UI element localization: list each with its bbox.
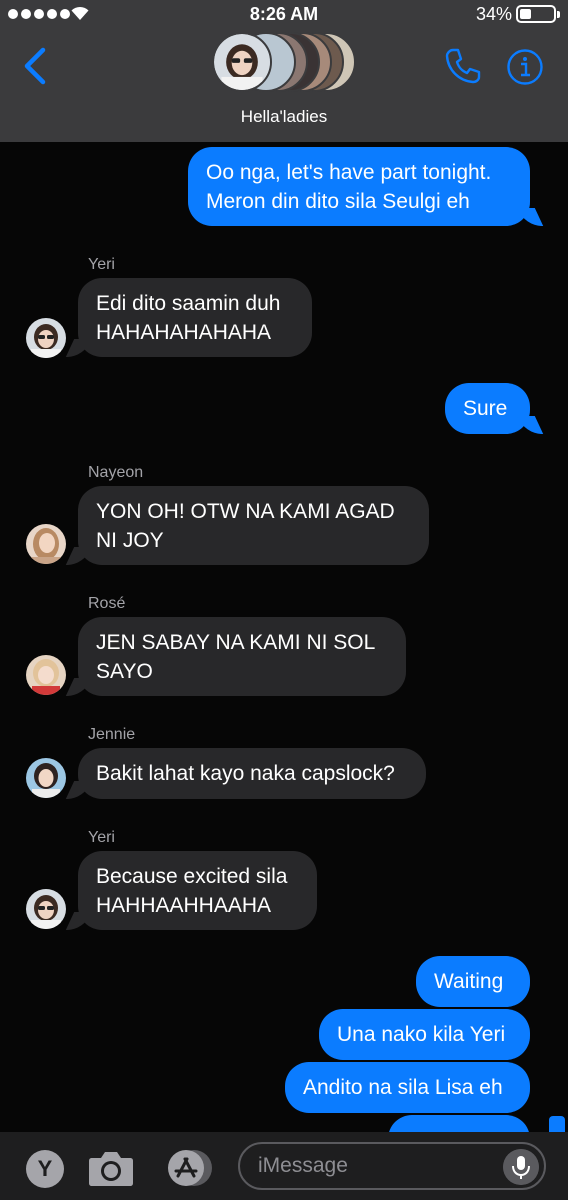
battery-icon — [516, 5, 560, 23]
battery-level — [520, 9, 531, 19]
message-line: Because excited sila — [96, 865, 288, 888]
incoming-message[interactable]: YON OH! OTW NA KAMI AGAD NI JOY — [78, 486, 429, 565]
message-line: Edi dito saamin duh — [96, 292, 281, 315]
message-line: HAHHAAHHAAHA — [96, 894, 272, 917]
group-avatar-stack[interactable] — [212, 30, 362, 94]
sender-name: Nayeon — [88, 464, 144, 481]
conversation-header: 8:26 AM 34% Hella'ladies — [0, 0, 568, 142]
app-drawer-button[interactable]: Y — [26, 1150, 64, 1188]
battery-percent: 34% — [475, 4, 512, 24]
phone-icon[interactable] — [443, 46, 483, 86]
message-line: Meron din dito sila Seulgi eh — [206, 190, 470, 213]
sender-avatar-yeri[interactable] — [26, 318, 66, 358]
message-input-field[interactable] — [238, 1142, 546, 1190]
message-line: Sure — [463, 397, 508, 420]
sender-name: Yeri — [88, 256, 115, 273]
app-store-icon[interactable] — [162, 1148, 214, 1188]
sender-name: Rosé — [88, 595, 126, 612]
info-icon[interactable] — [506, 48, 544, 86]
incoming-message[interactable]: Bakit lahat kayo naka capslock? — [78, 748, 426, 799]
message-line: Andito na sila Lisa eh — [303, 1076, 503, 1099]
back-icon[interactable] — [18, 44, 52, 88]
message-line: JEN SABAY NA KAMI NI SOL — [96, 631, 376, 654]
microphone-icon[interactable] — [503, 1149, 539, 1185]
group-name[interactable]: Hella'ladies — [0, 107, 568, 127]
outgoing-message[interactable]: Una nako kila Yeri — [319, 1009, 530, 1060]
incoming-message[interactable]: Because excited sila HAHHAAHHAAHA — [78, 851, 317, 930]
message-line: Una nako kila Yeri — [337, 1023, 506, 1046]
message-line: SAYO — [96, 660, 153, 683]
sender-name: Jennie — [88, 726, 136, 743]
message-line: Oo nga, let's have part tonight. — [206, 161, 492, 184]
sender-avatar-rose[interactable] — [26, 655, 66, 695]
sender-avatar-jennie[interactable] — [26, 758, 66, 798]
outgoing-message[interactable]: Andito na sila Lisa eh — [285, 1062, 530, 1113]
input-bar: Y — [0, 1132, 568, 1200]
member-avatar-primary — [212, 32, 272, 92]
message-line: YON OH! OTW NA KAMI AGAD — [96, 500, 395, 523]
message-line: Bakit lahat kayo naka capslock? — [96, 762, 395, 785]
sender-avatar-yeri[interactable] — [26, 889, 66, 929]
message-line: NI JOY — [96, 529, 164, 552]
incoming-message[interactable]: JEN SABAY NA KAMI NI SOL SAYO — [78, 617, 406, 696]
outgoing-message[interactable]: Sure — [445, 383, 530, 434]
camera-icon[interactable] — [88, 1148, 134, 1188]
incoming-message[interactable]: Edi dito saamin duh HAHAHAHAHAHA — [78, 278, 312, 357]
message-input[interactable] — [258, 1151, 488, 1181]
outgoing-message[interactable]: Waiting — [416, 956, 530, 1007]
outgoing-message[interactable]: Oo nga, let's have part tonight. Meron d… — [188, 147, 530, 226]
sender-name: Yeri — [88, 829, 115, 846]
status-bar: 8:26 AM 34% — [0, 0, 568, 30]
message-thread[interactable]: Oo nga, let's have part tonight. Meron d… — [0, 142, 568, 1166]
sender-avatar-nayeon[interactable] — [26, 524, 66, 564]
message-line: Waiting — [434, 970, 504, 993]
message-line: HAHAHAHAHAHA — [96, 321, 272, 344]
